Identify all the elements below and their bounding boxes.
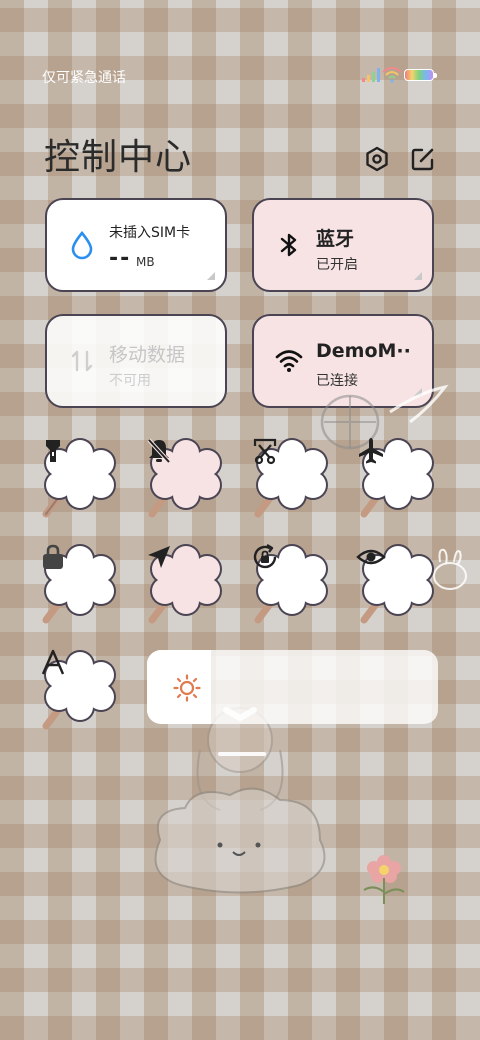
- expand-corner-icon: [207, 272, 215, 280]
- flashlight-icon: [46, 440, 60, 462]
- brightness-slider[interactable]: [147, 650, 438, 724]
- data-usage-unit: MB: [136, 255, 155, 269]
- lock-screen-toggle[interactable]: [38, 542, 122, 626]
- screenshot-toggle[interactable]: [250, 436, 334, 520]
- drag-handle[interactable]: [218, 752, 266, 756]
- location-toggle[interactable]: [144, 542, 228, 626]
- font-toggle[interactable]: [38, 648, 122, 732]
- rotate-lock-icon: [253, 543, 277, 569]
- water-drop-icon: [71, 230, 93, 260]
- mobile-data-title: 移动数据: [109, 344, 186, 366]
- expand-corner-icon: [414, 272, 422, 280]
- carrier-status-text: 仅可紧急通话: [42, 70, 126, 86]
- battery-icon: [404, 69, 437, 81]
- edit-icon[interactable]: [410, 146, 436, 172]
- airplane-toggle[interactable]: [356, 436, 440, 520]
- bell-off-icon: [147, 438, 171, 464]
- page-title: 控制中心: [44, 137, 193, 178]
- mobile-data-status: 不可用: [109, 373, 151, 389]
- bluetooth-tile[interactable]: 蓝牙 已开启: [252, 198, 434, 292]
- font-a-icon: [41, 649, 65, 675]
- data-arrows-icon: [71, 350, 93, 372]
- flashlight-toggle[interactable]: [38, 436, 122, 520]
- mobile-data-tile[interactable]: 移动数据 不可用: [45, 314, 227, 408]
- reading-mode-toggle[interactable]: [356, 542, 440, 626]
- status-bar: 仅可紧急通话: [0, 64, 480, 88]
- signal-icon: [362, 68, 380, 82]
- bluetooth-status: 已开启: [316, 257, 358, 273]
- airplane-icon: [359, 438, 383, 464]
- lock-icon: [43, 544, 63, 569]
- bluetooth-title: 蓝牙: [316, 228, 355, 250]
- wifi-title: DemoM··: [316, 340, 411, 362]
- data-usage-title: 未插入SIM卡: [109, 225, 191, 241]
- wifi-icon: [275, 350, 303, 372]
- eye-icon: [356, 549, 386, 565]
- data-usage-tile[interactable]: 未插入SIM卡 -- MB: [45, 198, 227, 292]
- mute-toggle[interactable]: [144, 436, 228, 520]
- location-arrow-icon: [148, 546, 170, 568]
- wifi-status-icon: [382, 67, 402, 83]
- auto-rotate-toggle[interactable]: [250, 542, 334, 626]
- data-usage-value: --: [109, 246, 132, 271]
- bluetooth-icon: [280, 233, 297, 257]
- sun-icon: [173, 674, 201, 702]
- settings-icon[interactable]: [364, 146, 390, 172]
- decorative-flower-doodle: [363, 855, 405, 904]
- scissors-icon: [253, 438, 277, 465]
